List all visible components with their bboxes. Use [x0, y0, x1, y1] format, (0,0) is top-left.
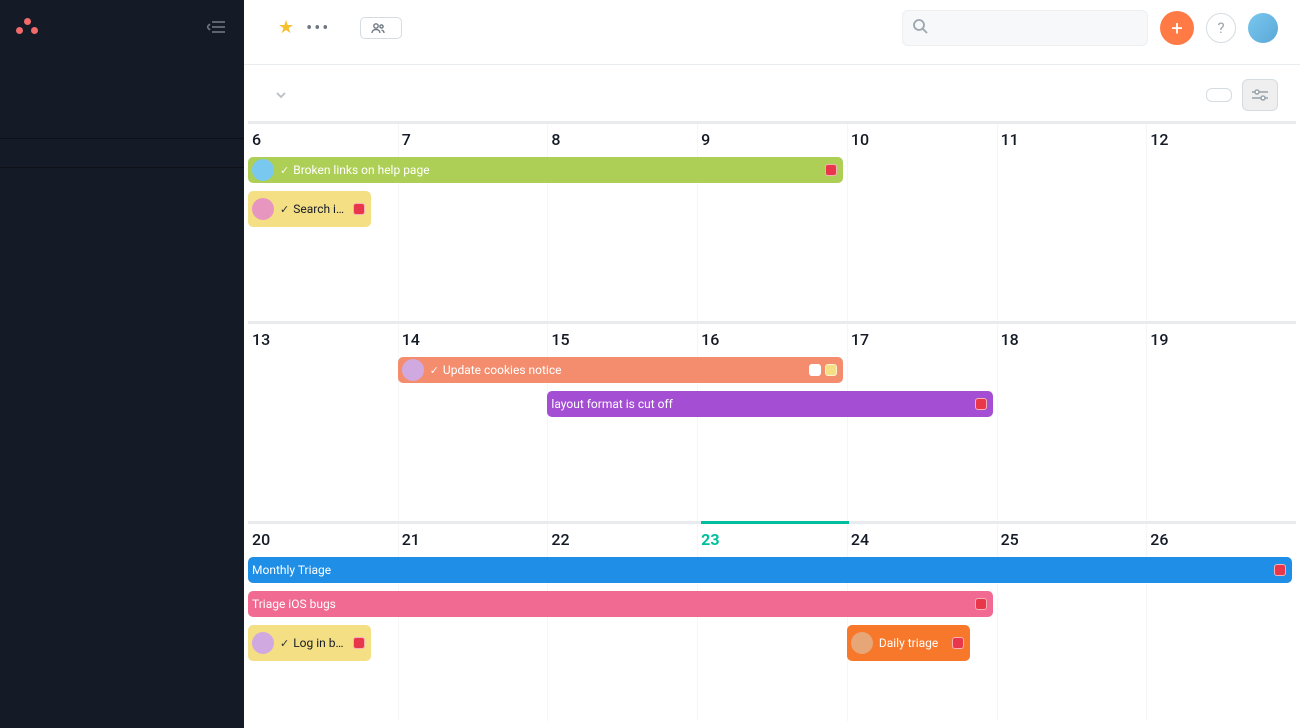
- search-icon: [912, 18, 928, 34]
- day-number[interactable]: 19: [1146, 324, 1296, 355]
- day-number[interactable]: 7: [398, 124, 548, 155]
- month-picker-icon[interactable]: [274, 88, 288, 102]
- nav-my-tasks[interactable]: [0, 54, 244, 68]
- day-number[interactable]: 15: [547, 324, 697, 355]
- nav-dashboard[interactable]: [0, 82, 244, 96]
- event-title: Log in button…: [293, 636, 349, 650]
- help-button[interactable]: ?: [1206, 13, 1236, 43]
- assignee-avatar: [252, 198, 274, 220]
- assignee-avatar: [402, 359, 424, 381]
- event-title: Search is not…: [293, 202, 349, 216]
- calendar-event[interactable]: Daily triage: [847, 625, 970, 661]
- event-tag-icon: [809, 364, 821, 376]
- show-recent-projects[interactable]: [0, 116, 244, 138]
- day-number[interactable]: 25: [997, 524, 1147, 555]
- check-icon: ✓: [430, 364, 439, 377]
- calendar-event[interactable]: layout format is cut off: [547, 391, 992, 417]
- check-icon: ✓: [280, 164, 289, 177]
- header: ★ ••• + ?: [244, 0, 1300, 65]
- assignee-avatar: [252, 632, 274, 654]
- event-tag-icon: [825, 364, 837, 376]
- calendar-event[interactable]: Triage iOS bugs: [248, 591, 993, 617]
- main: ★ ••• + ?: [244, 0, 1300, 728]
- global-add-button[interactable]: +: [1160, 11, 1194, 45]
- share-button[interactable]: [360, 17, 402, 39]
- event-title: Triage iOS bugs: [252, 597, 971, 611]
- event-tag-icon: [975, 398, 987, 410]
- day-number[interactable]: 8: [547, 124, 697, 155]
- day-number[interactable]: 9: [697, 124, 847, 155]
- assignee-avatar: [851, 632, 873, 654]
- nav-reports[interactable]: [0, 139, 244, 167]
- asana-logo-icon: [16, 18, 38, 36]
- day-number[interactable]: 17: [847, 324, 997, 355]
- calendar-week: 6789101112 ✓ Broken links on help page ✓ Sea…: [244, 121, 1300, 321]
- user-avatar[interactable]: [1248, 13, 1278, 43]
- calendar-event[interactable]: ✓ Broken links on help page: [248, 157, 843, 183]
- day-number[interactable]: 26: [1146, 524, 1296, 555]
- favorite-star-icon[interactable]: ★: [278, 19, 294, 37]
- day-number[interactable]: 13: [248, 324, 398, 355]
- calendar-event[interactable]: Monthly Triage: [248, 557, 1292, 583]
- nav-inbox[interactable]: [0, 68, 244, 82]
- event-tag-icon: [825, 164, 837, 176]
- event-title: Daily triage: [879, 636, 948, 650]
- event-tag-icon: [1274, 564, 1286, 576]
- day-number[interactable]: 22: [547, 524, 697, 555]
- project-list: [0, 106, 244, 116]
- event-title: Broken links on help page: [293, 163, 821, 177]
- event-title: Monthly Triage: [252, 563, 1270, 577]
- day-number[interactable]: 14: [398, 324, 548, 355]
- teams-header: [0, 168, 244, 186]
- calendar-event[interactable]: ✓ Log in button…: [248, 625, 371, 661]
- calendar-event[interactable]: ✓ Search is not…: [248, 191, 371, 227]
- calendar-header: [244, 65, 1300, 121]
- calendar-week: 20212223242526 Monthly Triage Triage iOS b…: [244, 521, 1300, 721]
- brand[interactable]: [16, 18, 44, 36]
- search-box: [902, 10, 1148, 46]
- day-number[interactable]: 12: [1146, 124, 1296, 155]
- event-title: layout format is cut off: [551, 397, 970, 411]
- event-tag-icon: [975, 598, 987, 610]
- day-number[interactable]: 21: [398, 524, 548, 555]
- people-icon: [371, 22, 385, 34]
- today-button[interactable]: [1206, 88, 1232, 102]
- calendar-week: 13141516171819 ✓ Update cookies notice layo…: [244, 321, 1300, 521]
- day-number[interactable]: 10: [847, 124, 997, 155]
- tabs: [266, 56, 1278, 64]
- calendar-grid: 6789101112 ✓ Broken links on help page ✓ Sea…: [244, 121, 1300, 728]
- check-icon: ✓: [280, 203, 289, 216]
- event-tag-icon: [952, 637, 964, 649]
- search-input[interactable]: [902, 10, 1148, 46]
- day-number[interactable]: 6: [248, 124, 398, 155]
- event-tag-icon: [353, 637, 365, 649]
- day-number[interactable]: 20: [248, 524, 398, 555]
- day-number[interactable]: 18: [997, 324, 1147, 355]
- calendar-settings-button[interactable]: [1242, 79, 1278, 111]
- event-tag-icon: [353, 203, 365, 215]
- day-number[interactable]: 23: [697, 524, 847, 555]
- calendar-event[interactable]: ✓ Update cookies notice: [398, 357, 843, 383]
- assignee-avatar: [252, 159, 274, 181]
- check-icon: ✓: [280, 637, 289, 650]
- day-number[interactable]: 24: [847, 524, 997, 555]
- day-number[interactable]: 16: [697, 324, 847, 355]
- collapse-sidebar-icon[interactable]: [206, 16, 228, 38]
- sidebar: [0, 0, 244, 728]
- project-more-icon[interactable]: •••: [306, 18, 330, 39]
- today-marker: [701, 521, 850, 524]
- event-title: Update cookies notice: [443, 363, 805, 377]
- day-number[interactable]: 11: [997, 124, 1147, 155]
